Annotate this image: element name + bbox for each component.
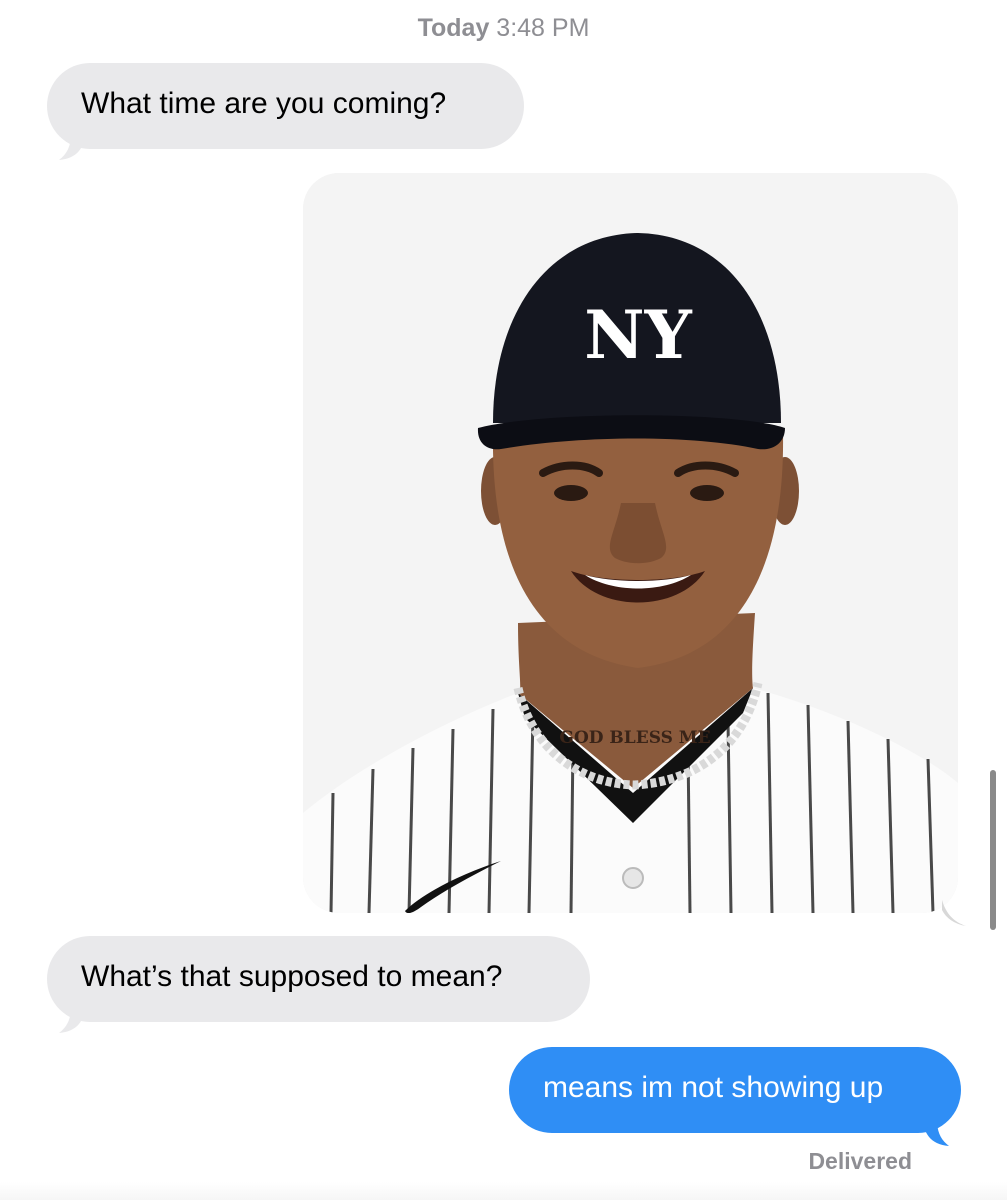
ny-logo-icon: NY — [584, 296, 692, 374]
player-photo: GOD BLESS ME NY — [303, 173, 958, 913]
timestamp-day: Today — [417, 14, 490, 42]
message-text: What time are you coming? — [81, 87, 447, 120]
incoming-bubble-tail — [59, 1007, 83, 1033]
neck-tattoo: GOD BLESS ME — [559, 728, 710, 748]
outgoing-photo-message[interactable]: GOD BLESS ME NY — [303, 173, 958, 913]
incoming-message-bubble[interactable]: What’s that supposed to mean? — [47, 936, 590, 1022]
incoming-bubble-tail — [59, 134, 83, 160]
timestamp-time: 3:48 PM — [496, 14, 590, 42]
outgoing-bubble-tail — [925, 1120, 949, 1146]
message-timestamp: Today 3:48 PM — [0, 14, 1007, 43]
message-text: What’s that supposed to mean? — [81, 960, 503, 993]
incoming-message-bubble[interactable]: What time are you coming? — [47, 63, 524, 149]
bottom-fade — [0, 1182, 1007, 1200]
outgoing-photo-tail — [942, 900, 966, 926]
delivery-status: Delivered — [808, 1148, 912, 1174]
scrollbar[interactable] — [990, 770, 996, 930]
outgoing-message-bubble[interactable]: means im not showing up — [509, 1047, 961, 1133]
message-text: means im not showing up — [543, 1071, 884, 1104]
